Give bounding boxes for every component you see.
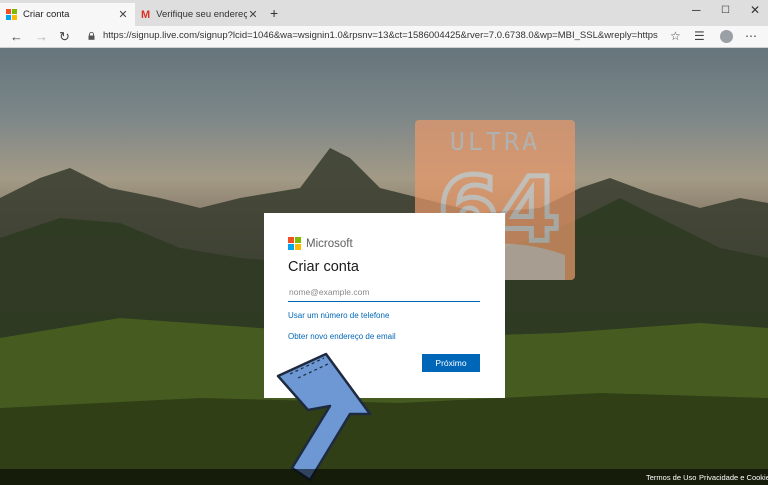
gmail-icon: M [141,8,151,21]
next-button[interactable]: Próximo [422,354,480,372]
microsoft-logo-icon [288,237,301,250]
get-new-email-link[interactable]: Obter novo endereço de email [288,332,396,341]
page-title: Criar conta [288,259,359,275]
minimize-icon[interactable]: ─ [692,3,701,17]
address-bar: ← → ↻ https://signup.live.com/signup?lci… [0,26,768,48]
url-field[interactable]: https://signup.live.com/signup?lcid=1046… [103,30,658,41]
new-tab-icon[interactable]: + [270,5,278,21]
close-tab-icon[interactable]: ✕ [247,8,259,21]
profile-avatar-icon[interactable] [720,30,733,43]
tab-verify-email[interactable]: M Verifique seu endereço de email ✕ [135,3,265,26]
refresh-icon[interactable]: ↻ [59,29,70,45]
more-options-icon[interactable]: ⋯ [745,29,757,43]
close-window-icon[interactable]: ✕ [750,3,760,17]
forward-arrow-icon[interactable]: → [35,29,48,44]
page-background: ULTRA 64 Microsoft Criar conta Usar um n… [0,48,768,485]
privacy-cookies-link[interactable]: Privacidade e Cookies [699,473,768,482]
tab-criar-conta[interactable]: Criar conta ✕ [0,3,135,26]
favorite-star-icon[interactable]: ☆ [670,29,681,43]
back-arrow-icon[interactable]: ← [10,29,23,44]
microsoft-logo-icon [6,9,17,20]
annotation-arrow-icon [276,352,372,482]
terms-of-use-link[interactable]: Termos de Uso [646,473,696,482]
tab-title: Criar conta [23,9,70,20]
maximize-icon[interactable]: ☐ [721,5,730,16]
favorites-list-icon[interactable]: ☰ [694,29,705,43]
lock-icon [88,32,95,40]
email-field[interactable] [288,283,480,302]
tab-bar: Criar conta ✕ M Verifique seu endereço d… [0,0,768,26]
microsoft-brand: Microsoft [288,237,353,250]
tab-title: Verifique seu endereço de email [156,9,247,20]
page-footer: Termos de Uso Privacidade e Cookies [0,469,768,485]
use-phone-number-link[interactable]: Usar um número de telefone [288,311,389,320]
watermark-line1: ULTRA [450,127,540,156]
close-tab-icon[interactable]: ✕ [117,8,129,21]
brand-name: Microsoft [306,237,353,250]
